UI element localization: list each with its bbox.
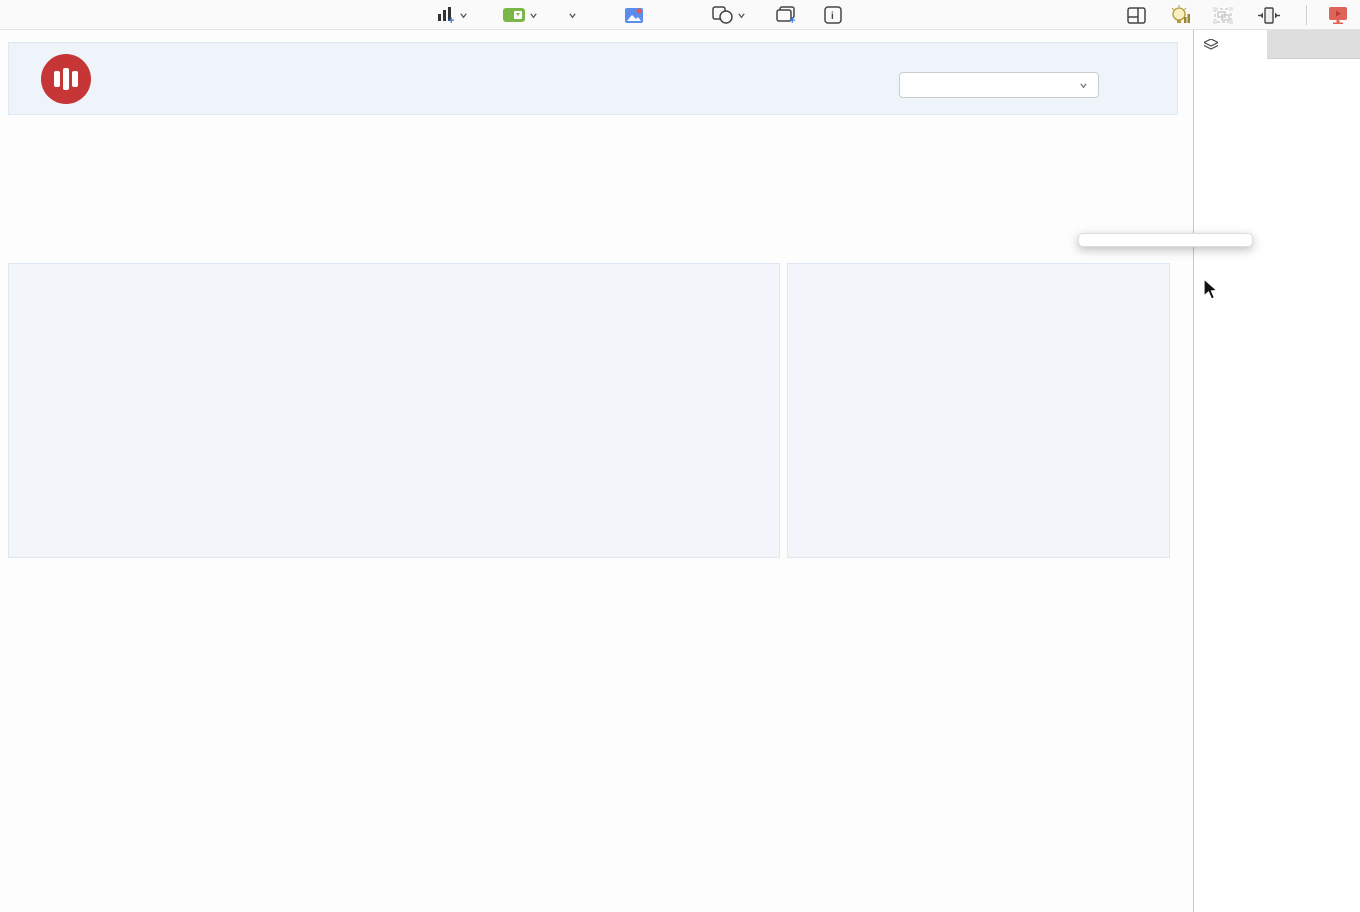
shapes-tool-icon [712, 6, 734, 24]
donut-chart-panel[interactable] [787, 263, 1170, 558]
toolbar: + + [0, 0, 1360, 30]
layers-panel [1193, 30, 1360, 912]
svg-text:i: i [831, 11, 834, 22]
logo-bar [63, 68, 69, 90]
layout-grid-button[interactable] [1127, 2, 1146, 28]
present-button[interactable] [1328, 2, 1348, 28]
dashboard-header-panel[interactable] [8, 42, 1178, 115]
group-objects-button[interactable] [1212, 2, 1234, 28]
info-panel-button[interactable]: i [824, 2, 842, 28]
chevron-down-icon [529, 11, 538, 20]
layers-tab[interactable] [1194, 30, 1267, 59]
context-menu [1078, 233, 1253, 247]
design-ideas-button[interactable] [1170, 2, 1192, 28]
layout-grid-icon [1127, 7, 1146, 24]
layers-icon [1204, 39, 1218, 51]
shapes-tool-button[interactable] [712, 2, 746, 28]
chevron-down-icon [459, 11, 468, 20]
svg-text:+: + [448, 15, 454, 24]
editor-canvas [0, 30, 1193, 912]
toolbar-separator [1306, 5, 1307, 25]
donut-chart [788, 264, 1171, 559]
add-chart-icon: + [436, 6, 456, 24]
duplicate-page-icon: + [776, 6, 797, 24]
info-panel-icon: i [824, 6, 842, 24]
chevron-down-icon [1079, 81, 1088, 90]
logo-bar [54, 71, 60, 87]
chevron-down-icon [568, 11, 577, 20]
align-objects-icon [1258, 6, 1280, 25]
align-objects-button[interactable] [1258, 2, 1280, 28]
image-tool-icon [624, 7, 644, 24]
text-tool-button[interactable] [565, 2, 577, 28]
combo-chart-panel[interactable] [8, 263, 780, 558]
add-chart-button[interactable]: + [436, 2, 468, 28]
design-ideas-icon [1170, 5, 1192, 25]
combo-chart [9, 264, 781, 559]
group-objects-icon [1212, 6, 1234, 25]
layers-panel-header [1194, 30, 1360, 59]
color-style-icon [502, 7, 526, 23]
image-tool-button[interactable] [624, 2, 644, 28]
svg-text:+: + [789, 15, 795, 24]
color-style-button[interactable] [502, 2, 538, 28]
logo-bar [72, 71, 78, 87]
duplicate-page-button[interactable]: + [776, 2, 797, 28]
city-filter-dropdown[interactable] [899, 72, 1099, 98]
company-logo [41, 54, 91, 104]
present-icon [1328, 6, 1348, 24]
chevron-down-icon [737, 11, 746, 20]
data-table-container[interactable] [8, 570, 1178, 912]
